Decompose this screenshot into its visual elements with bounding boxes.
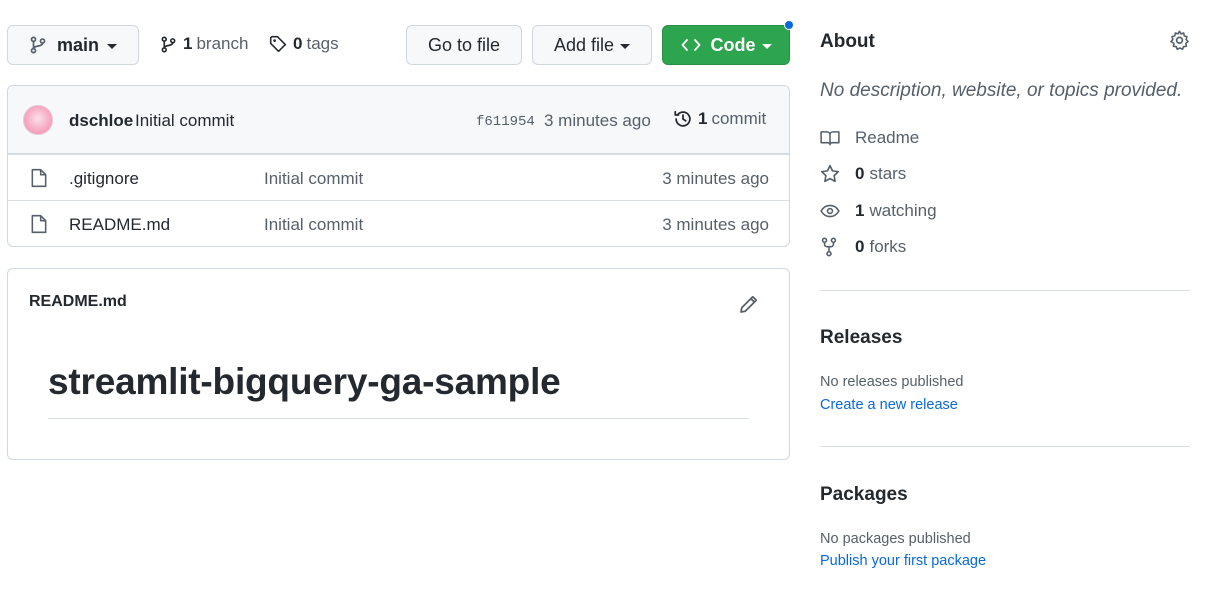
sidebar-divider bbox=[820, 290, 1190, 291]
forks-count: 0 bbox=[855, 237, 865, 256]
packages-empty-text: No packages published bbox=[820, 531, 971, 547]
tags-link[interactable]: 0 tags bbox=[269, 34, 339, 54]
star-icon bbox=[820, 164, 840, 184]
branch-count: 1 bbox=[183, 34, 193, 53]
readme-heading-rule bbox=[48, 418, 749, 419]
branch-selector-label: main bbox=[56, 34, 99, 55]
tag-label: tags bbox=[306, 34, 339, 53]
file-list-box: dschloe Initial commit f611954 3 minutes… bbox=[7, 85, 790, 247]
readme-box: README.md streamlit-bigquery-ga-sample bbox=[7, 268, 790, 460]
stars-label: stars bbox=[869, 164, 907, 183]
file-name[interactable]: .gitignore bbox=[69, 169, 139, 189]
file-time: 3 minutes ago bbox=[662, 215, 769, 234]
tag-count: 0 bbox=[293, 34, 303, 53]
about-heading: About bbox=[820, 31, 875, 52]
book-icon bbox=[820, 129, 840, 147]
add-file-label: Add file bbox=[553, 34, 615, 55]
chevron-down-icon bbox=[107, 43, 117, 49]
commit-label: commit bbox=[711, 109, 767, 128]
commit-author[interactable]: dschloe bbox=[69, 111, 133, 131]
about-settings-gear-icon[interactable] bbox=[1169, 30, 1190, 51]
watching-label: watching bbox=[869, 201, 937, 220]
go-to-file-button[interactable]: Go to file bbox=[406, 25, 522, 65]
git-branch-icon bbox=[29, 36, 47, 54]
commit-message[interactable]: Initial commit bbox=[135, 111, 234, 131]
file-name[interactable]: README.md bbox=[69, 215, 170, 235]
file-icon bbox=[30, 214, 48, 234]
about-description: No description, website, or topics provi… bbox=[820, 80, 1183, 101]
file-commit-message[interactable]: Initial commit bbox=[264, 215, 363, 235]
stars-count: 0 bbox=[855, 164, 865, 183]
commit-count: 1 bbox=[698, 109, 708, 128]
chevron-down-icon bbox=[761, 43, 772, 49]
commit-time: 3 minutes ago bbox=[544, 111, 651, 130]
file-row[interactable]: README.md Initial commit 3 minutes ago bbox=[8, 200, 789, 246]
git-branch-icon bbox=[160, 35, 177, 53]
file-icon bbox=[30, 168, 48, 188]
readme-link[interactable]: Readme bbox=[820, 128, 919, 148]
releases-heading[interactable]: Releases bbox=[820, 327, 902, 349]
eye-icon bbox=[820, 203, 840, 219]
file-row[interactable]: .gitignore Initial commit 3 minutes ago bbox=[8, 154, 789, 200]
releases-empty-text: No releases published bbox=[820, 374, 964, 390]
file-commit-message[interactable]: Initial commit bbox=[264, 169, 363, 189]
stars-link[interactable]: 0 stars bbox=[820, 164, 906, 184]
go-to-file-label: Go to file bbox=[427, 34, 501, 55]
chevron-down-icon bbox=[620, 43, 631, 49]
create-release-link[interactable]: Create a new release bbox=[820, 397, 958, 413]
watching-link[interactable]: 1 watching bbox=[820, 201, 937, 221]
file-time: 3 minutes ago bbox=[662, 169, 769, 188]
branch-selector-button[interactable]: main bbox=[7, 25, 139, 65]
latest-commit-bar: dschloe Initial commit f611954 3 minutes… bbox=[8, 86, 789, 154]
packages-heading[interactable]: Packages bbox=[820, 484, 908, 506]
readme-link-label: Readme bbox=[855, 128, 920, 147]
tag-icon bbox=[269, 35, 287, 53]
history-icon bbox=[673, 109, 693, 129]
repo-forked-icon bbox=[820, 237, 840, 257]
sidebar-divider bbox=[820, 446, 1190, 447]
readme-filename[interactable]: README.md bbox=[29, 293, 127, 311]
branch-label: branch bbox=[196, 34, 249, 53]
publish-package-link[interactable]: Publish your first package bbox=[820, 553, 986, 569]
code-label: Code bbox=[710, 34, 756, 55]
branches-link[interactable]: 1 branch bbox=[160, 34, 248, 54]
readme-heading: streamlit-bigquery-ga-sample bbox=[48, 361, 561, 402]
commit-history-link[interactable]: 1 commit bbox=[673, 109, 766, 129]
avatar[interactable] bbox=[23, 105, 53, 135]
forks-link[interactable]: 0 forks bbox=[820, 237, 906, 257]
add-file-button[interactable]: Add file bbox=[532, 25, 652, 65]
watching-count: 1 bbox=[855, 201, 865, 220]
notification-dot bbox=[784, 20, 794, 30]
commit-sha[interactable]: f611954 bbox=[476, 114, 535, 130]
code-icon bbox=[681, 37, 701, 53]
code-button[interactable]: Code bbox=[662, 25, 790, 65]
forks-label: forks bbox=[869, 237, 907, 256]
edit-pencil-icon[interactable] bbox=[739, 294, 759, 314]
